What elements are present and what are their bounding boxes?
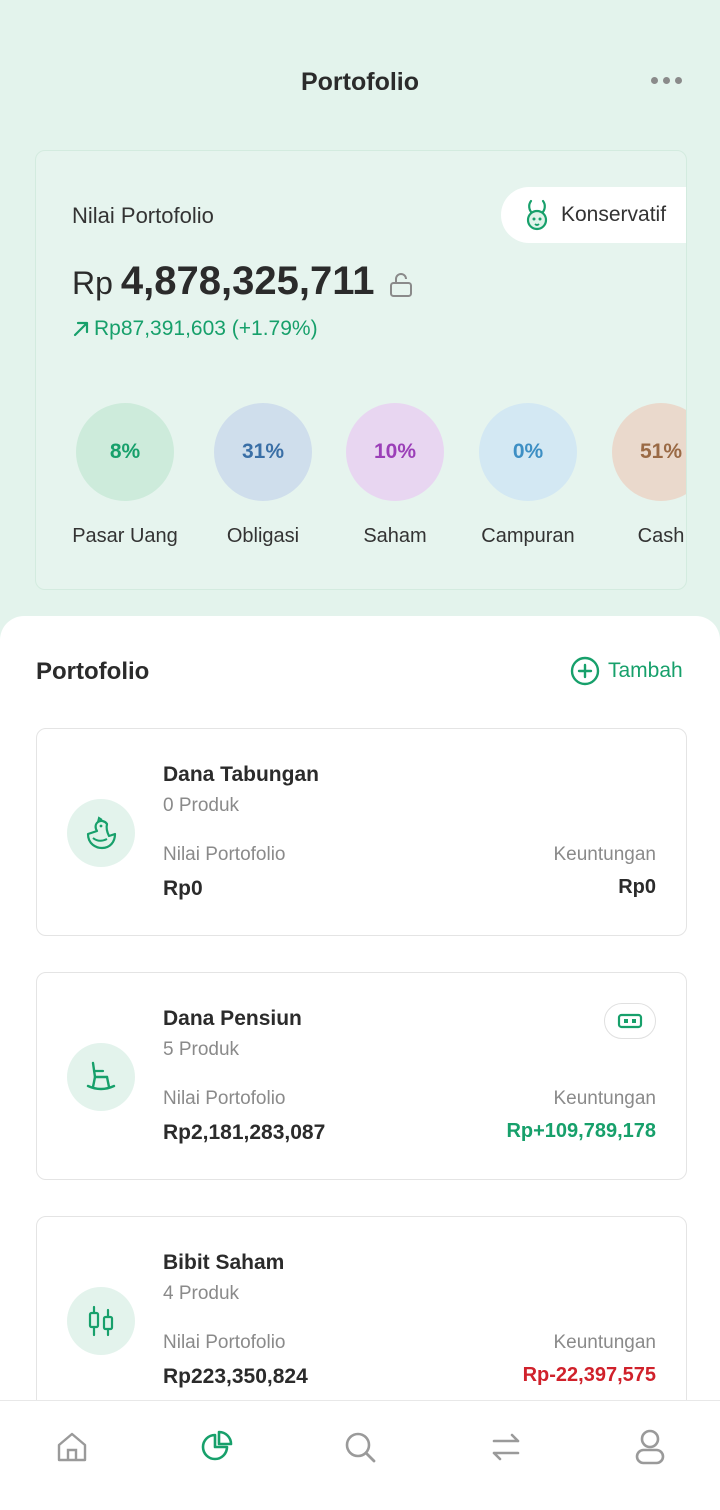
portfolio-value: Rp2,181,283,087 — [163, 1121, 326, 1144]
allocation-pasar-uang[interactable]: 8% Pasar Uang — [60, 403, 190, 548]
product-count: 0 Produk — [163, 795, 240, 816]
portfolio-value: Rp 4,878,325,711 — [72, 259, 413, 304]
nav-transactions[interactable] — [484, 1425, 528, 1469]
gain-label: Keuntungan — [553, 844, 657, 865]
rocking-chair-icon — [86, 1061, 116, 1091]
allocation-percent: 31% — [214, 403, 312, 501]
total-value: 4,878,325,711 — [120, 259, 375, 303]
more-horizontal-icon — [662, 76, 670, 84]
product-count: 4 Produk — [163, 1283, 240, 1304]
robot-icon — [617, 1013, 643, 1029]
portfolio-value: Rp0 — [163, 877, 203, 900]
portfolio-sheet: Portofolio Tambah Dana Tabungan 0 Produk… — [0, 616, 720, 1510]
portfolio-name: Dana Tabungan — [163, 763, 319, 786]
value-label: Nilai Portofolio — [163, 1088, 286, 1109]
allocation-percent: 51% — [612, 403, 686, 501]
allocation-row: 8% Pasar Uang 31% Obligasi 10% Saham 0% … — [36, 403, 686, 563]
more-horizontal-icon — [674, 76, 682, 84]
rabbit-icon — [526, 199, 548, 231]
portfolio-value-label: Nilai Portofolio — [72, 203, 214, 228]
more-options-button[interactable] — [644, 70, 688, 90]
allocation-name: Obligasi — [226, 525, 300, 547]
top-header: Portofolio — [0, 0, 720, 150]
product-count: 5 Produk — [163, 1039, 240, 1060]
allocation-percent: 0% — [479, 403, 577, 501]
add-portfolio-button[interactable]: Tambah — [570, 656, 683, 686]
portfolio-gain: Rp0 — [618, 876, 656, 898]
allocation-name: Saham — [363, 525, 427, 547]
add-portfolio-label: Tambah — [608, 659, 683, 682]
home-icon — [57, 1432, 87, 1462]
portfolio-card-bibit-saham[interactable]: Bibit Saham 4 Produk Nilai Portofolio Rp… — [36, 1216, 687, 1424]
portfolio-icon — [67, 799, 135, 867]
portfolio-summary-card: Nilai Portofolio Konservatif Rp 4,878,32… — [35, 150, 687, 590]
portfolio-card-dana-tabungan[interactable]: Dana Tabungan 0 Produk Nilai Portofolio … — [36, 728, 687, 936]
allocation-name: Campuran — [481, 525, 575, 547]
allocation-obligasi[interactable]: 31% Obligasi — [198, 403, 328, 548]
allocation-name: Pasar Uang — [72, 525, 178, 547]
portfolio-name: Bibit Saham — [163, 1251, 285, 1274]
nav-profile[interactable] — [628, 1425, 672, 1469]
allocation-saham[interactable]: 10% Saham — [330, 403, 460, 548]
allocation-campuran[interactable]: 0% Campuran — [463, 403, 593, 548]
page-title: Portofolio — [300, 68, 420, 96]
allocation-percent: 8% — [76, 403, 174, 501]
transfer-icon — [492, 1433, 520, 1461]
more-horizontal-icon — [650, 76, 658, 84]
gain-label: Keuntungan — [553, 1088, 657, 1109]
currency-label: Rp — [72, 265, 113, 301]
portfolio-card-dana-pensiun[interactable]: Dana Pensiun 5 Produk Nilai Portofolio R… — [36, 972, 687, 1180]
risk-profile-badge[interactable]: Konservatif — [501, 187, 686, 243]
arrow-up-right-icon — [73, 321, 89, 337]
search-icon — [345, 1432, 376, 1463]
nav-portfolio[interactable] — [194, 1425, 238, 1469]
auto-invest-badge[interactable] — [604, 1003, 656, 1039]
hen-icon — [86, 816, 117, 850]
bottom-navigation — [0, 1400, 720, 1510]
portfolio-value: Rp223,350,824 — [163, 1365, 308, 1388]
portfolio-gain: Rp+109,789,178 — [506, 1120, 656, 1142]
profile-icon — [635, 1429, 665, 1465]
pie-chart-icon — [201, 1430, 233, 1461]
nav-search[interactable] — [338, 1425, 382, 1469]
nav-home[interactable] — [50, 1425, 94, 1469]
plus-circle-icon — [570, 656, 600, 686]
allocation-name: Cash — [637, 525, 685, 547]
value-label: Nilai Portofolio — [163, 844, 286, 865]
portfolio-name: Dana Pensiun — [163, 1007, 302, 1030]
value-label: Nilai Portofolio — [163, 1332, 286, 1353]
allocation-cash[interactable]: 51% Cash — [596, 403, 686, 548]
unlock-icon[interactable] — [389, 272, 413, 298]
portfolio-list-title: Portofolio — [36, 658, 150, 685]
portfolio-gain: Rp-22,397,575 — [522, 1364, 656, 1386]
portfolio-icon — [67, 1287, 135, 1355]
risk-profile-label: Konservatif — [561, 203, 667, 226]
candlestick-icon — [88, 1305, 114, 1337]
gain-label: Keuntungan — [553, 1332, 657, 1353]
portfolio-gain: Rp87,391,603 (+1.79%) — [72, 317, 318, 341]
allocation-percent: 10% — [346, 403, 444, 501]
gain-text: Rp87,391,603 (+1.79%) — [94, 317, 318, 340]
portfolio-icon — [67, 1043, 135, 1111]
